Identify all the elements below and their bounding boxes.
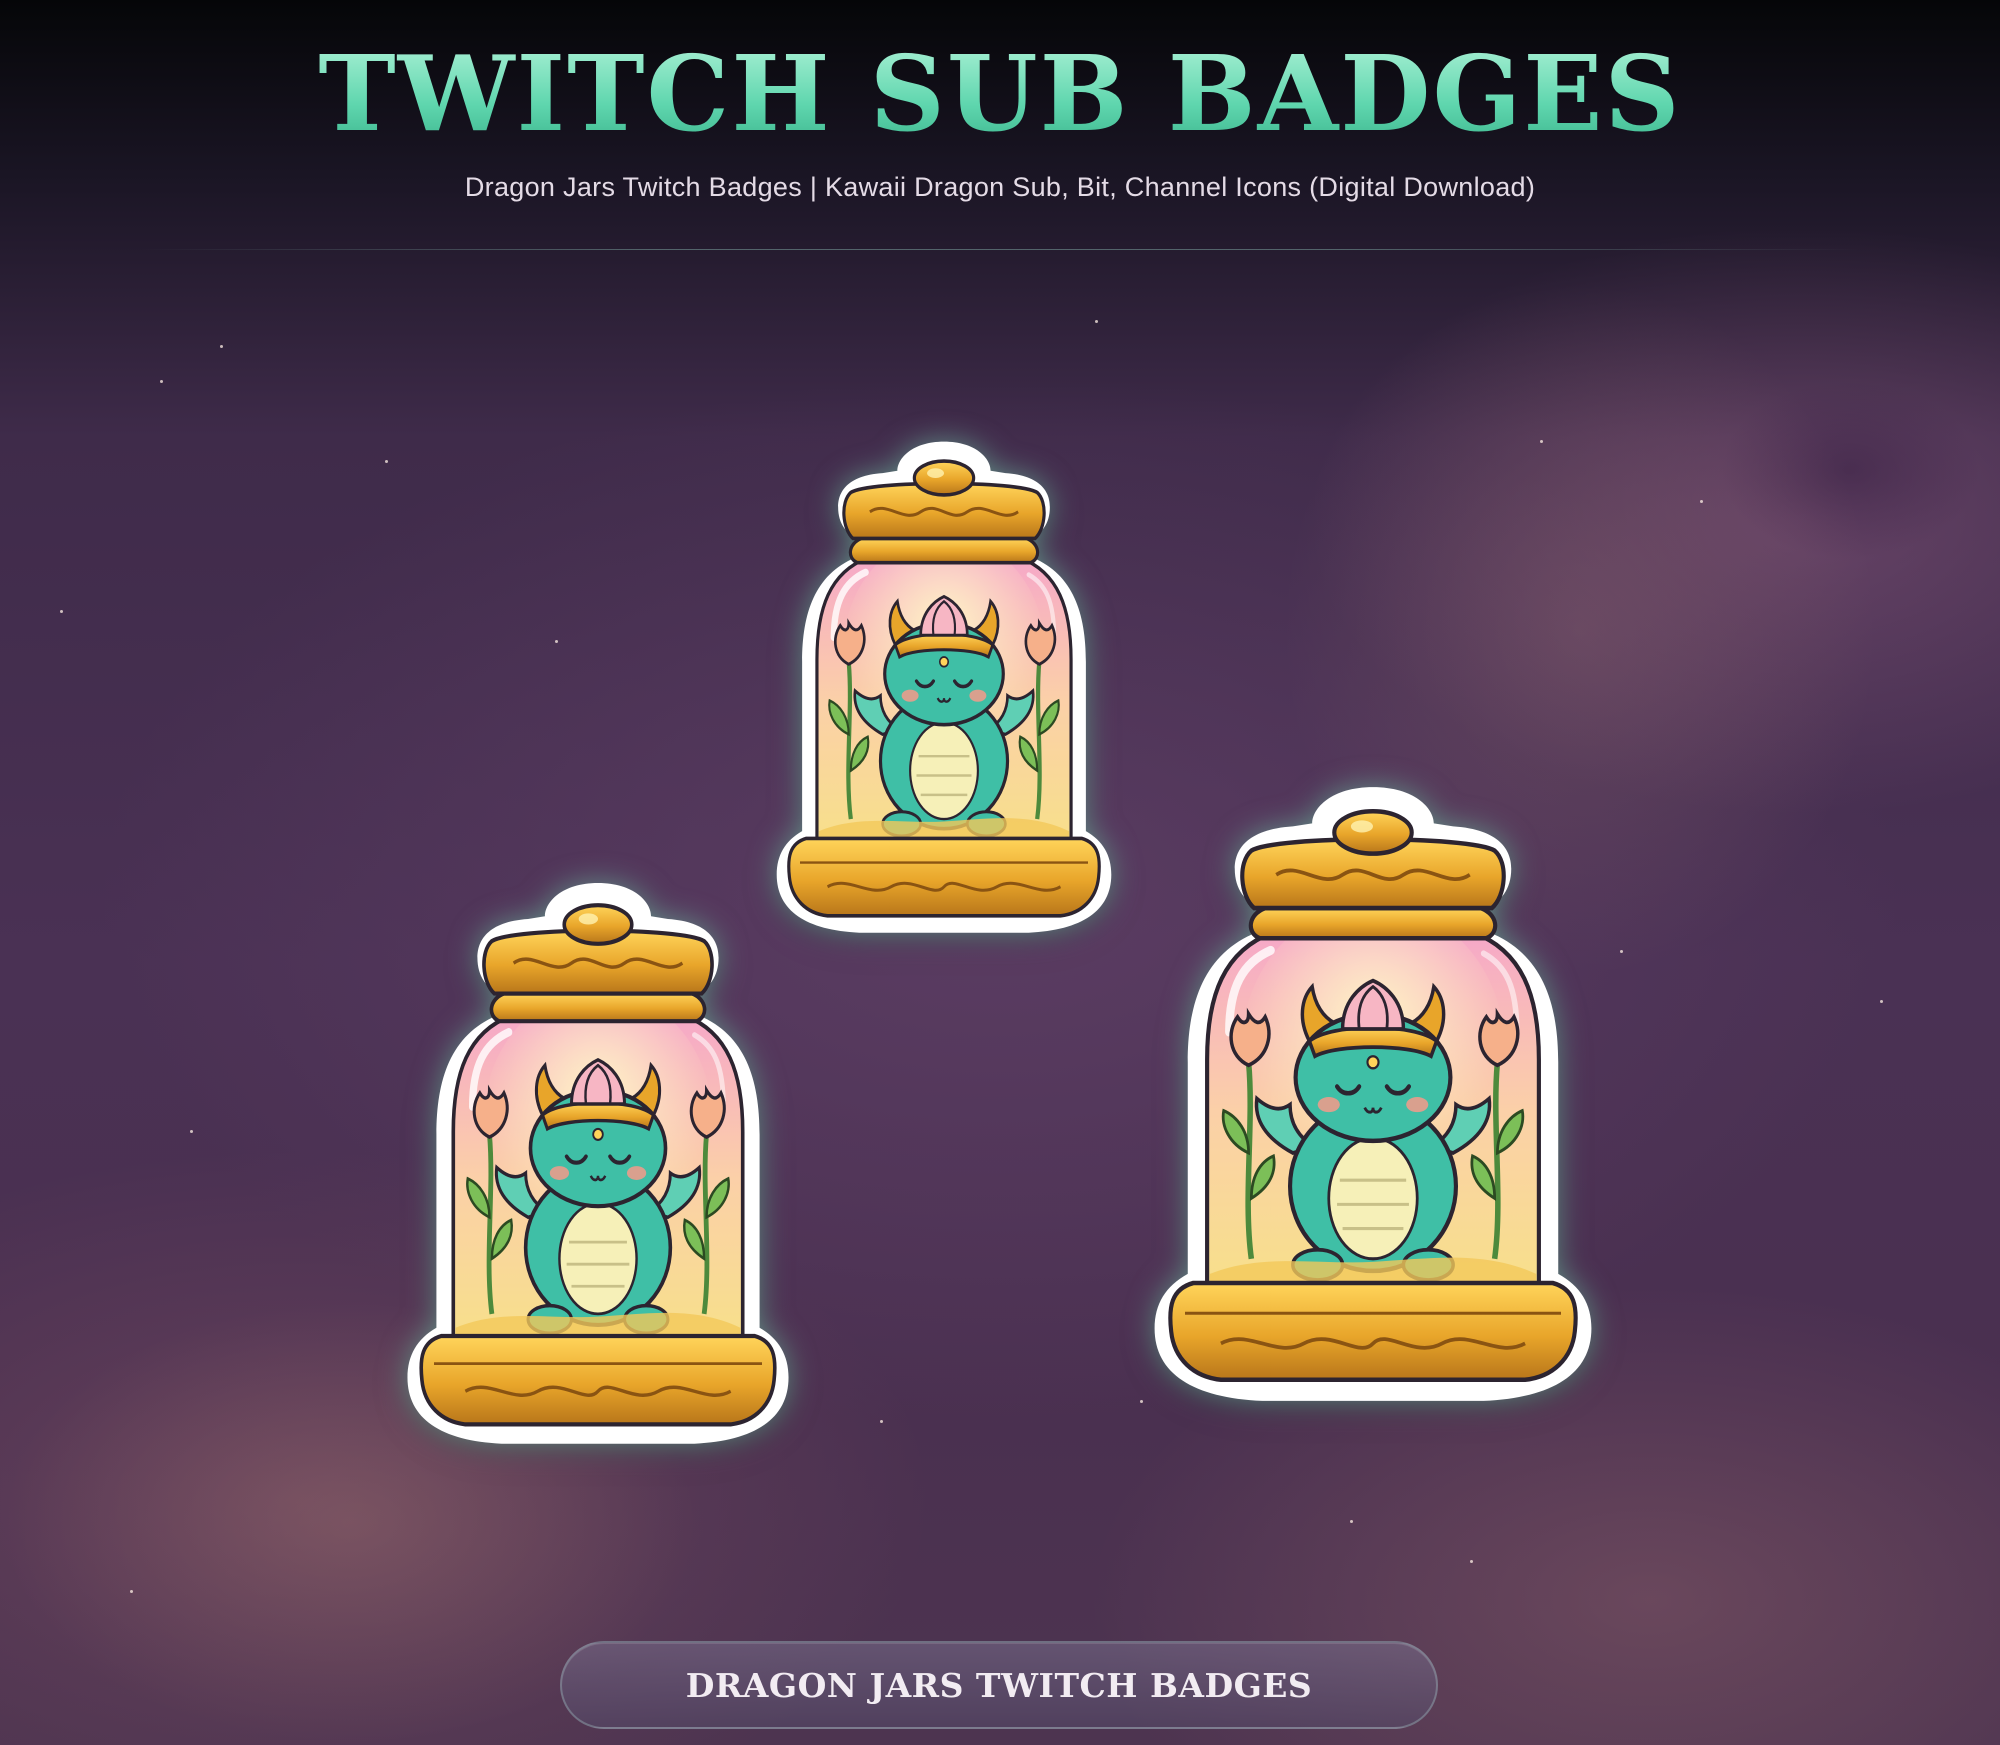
- dragon-jar-badge: [1138, 775, 1608, 1410]
- star-sparkle: [1700, 500, 1703, 503]
- dragon-jar-badge: [764, 432, 1124, 940]
- product-name-label: DRAGON JARS TWITCH BADGES: [685, 1666, 1313, 1705]
- dragon-jar-image: [764, 432, 1124, 940]
- star-sparkle: [220, 345, 223, 348]
- star-sparkle: [1095, 320, 1098, 323]
- star-sparkle: [385, 460, 388, 463]
- dragon-jar-badge: [393, 872, 803, 1452]
- star-sparkle: [555, 640, 558, 643]
- page-subtitle: Dragon Jars Twitch Badges | Kawaii Drago…: [464, 172, 1536, 202]
- star-sparkle: [1470, 1560, 1473, 1563]
- dragon-jar-image: [1138, 775, 1608, 1410]
- header-divider: [140, 249, 1860, 250]
- star-sparkle: [1880, 1000, 1883, 1003]
- star-sparkle: [1620, 950, 1623, 953]
- background-glow: [1720, 380, 1980, 560]
- product-name-banner: DRAGON JARS TWITCH BADGES: [560, 1641, 1438, 1729]
- star-sparkle: [1540, 440, 1543, 443]
- star-sparkle: [190, 1130, 193, 1133]
- star-sparkle: [1350, 1520, 1353, 1523]
- star-sparkle: [160, 380, 163, 383]
- page-title: TWITCH SUB BADGES: [0, 42, 2000, 146]
- star-sparkle: [60, 610, 63, 613]
- dragon-jar-image: [393, 872, 803, 1452]
- page-header: TWITCH SUB BADGES Dragon Jars Twitch Bad…: [0, 0, 2000, 250]
- star-sparkle: [130, 1590, 133, 1593]
- star-sparkle: [880, 1420, 883, 1423]
